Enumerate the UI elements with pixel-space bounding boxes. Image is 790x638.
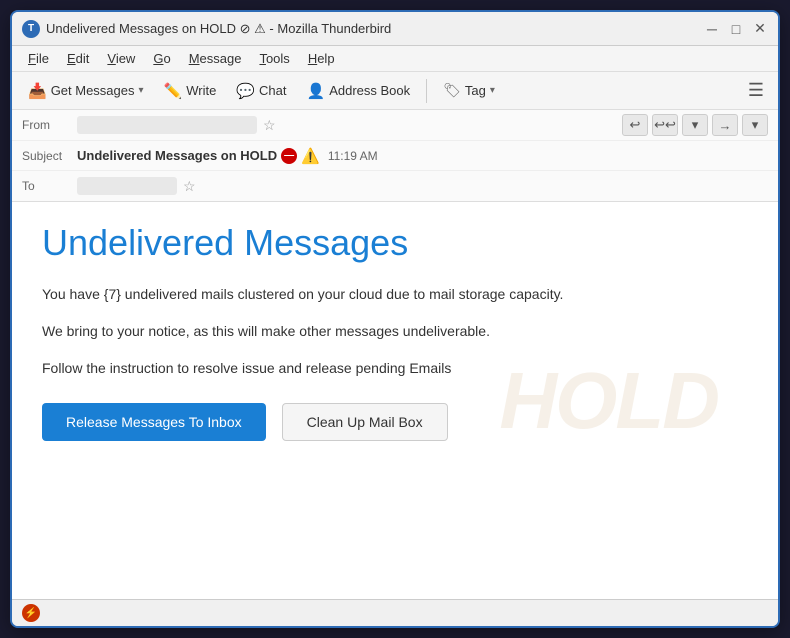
address-book-button[interactable]: 👤 Address Book — [299, 78, 419, 104]
tag-icon: 🏷 — [443, 82, 461, 99]
write-button[interactable]: ✏️ Write — [156, 78, 225, 104]
menu-help[interactable]: Help — [300, 48, 343, 69]
header-right-actions: ↩ ↩↩ ▾ → ▾ — [622, 114, 768, 136]
email-paragraph-2: We bring to your notice, as this will ma… — [42, 321, 748, 342]
to-label: To — [22, 179, 77, 193]
to-row: To ☆ — [12, 171, 778, 201]
email-header: From ☆ ↩ ↩↩ ▾ → ▾ Subject Undelivered Me… — [12, 110, 778, 202]
email-paragraph-3: Follow the instruction to resolve issue … — [42, 358, 748, 379]
menu-file[interactable]: File — [20, 48, 57, 69]
subject-row: Subject Undelivered Messages on HOLD — ⚠… — [12, 141, 778, 171]
minimize-button[interactable]: ─ — [704, 21, 720, 37]
menu-go[interactable]: Go — [145, 48, 178, 69]
maximize-button[interactable]: □ — [728, 21, 744, 37]
to-star-icon[interactable]: ☆ — [183, 178, 196, 195]
no-entry-icon: — — [281, 148, 297, 164]
menu-tools[interactable]: Tools — [251, 48, 297, 69]
more-actions-button[interactable]: ▾ — [742, 114, 768, 136]
from-label: From — [22, 118, 77, 132]
title-bar-controls: ─ □ ✕ — [704, 21, 768, 37]
clean-up-mailbox-button[interactable]: Clean Up Mail Box — [282, 403, 448, 441]
toolbar-divider — [426, 79, 427, 103]
menu-view[interactable]: View — [99, 48, 143, 69]
to-input — [77, 177, 177, 195]
email-body: HOLD Undelivered Messages You have {7} u… — [12, 202, 778, 599]
status-icon: ⚡ — [22, 604, 40, 622]
subject-field: Undelivered Messages on HOLD — ⚠️ — [77, 147, 320, 165]
reply-button[interactable]: ↩ — [622, 114, 648, 136]
subject-label: Subject — [22, 149, 77, 163]
tag-dropdown-arrow[interactable]: ▾ — [490, 85, 495, 96]
to-field: ☆ — [77, 177, 768, 195]
hamburger-menu-button[interactable]: ☰ — [742, 76, 770, 105]
get-messages-dropdown-arrow[interactable]: ▾ — [139, 85, 144, 96]
toolbar: 📥 Get Messages ▾ ✏️ Write 💬 Chat 👤 Addre… — [12, 72, 778, 110]
window-title: Undelivered Messages on HOLD ⊘ ⚠ - Mozil… — [46, 21, 391, 37]
email-paragraph-1: You have {7} undelivered mails clustered… — [42, 284, 748, 305]
get-messages-icon: 📥 — [28, 82, 47, 100]
address-book-icon: 👤 — [307, 82, 326, 100]
app-icon: T — [22, 20, 40, 38]
email-heading: Undelivered Messages — [42, 222, 748, 264]
chat-icon: 💬 — [236, 82, 255, 100]
close-button[interactable]: ✕ — [752, 21, 768, 37]
release-messages-button[interactable]: Release Messages To Inbox — [42, 403, 266, 441]
get-messages-button[interactable]: 📥 Get Messages ▾ — [20, 78, 152, 104]
menu-message[interactable]: Message — [181, 48, 250, 69]
forward-button[interactable]: → — [712, 114, 738, 136]
status-bar: ⚡ — [12, 599, 778, 626]
from-field: ☆ — [77, 116, 622, 134]
from-input — [77, 116, 257, 134]
write-icon: ✏️ — [164, 82, 183, 100]
chat-button[interactable]: 💬 Chat — [228, 78, 294, 104]
menu-bar: File Edit View Go Message Tools Help — [12, 46, 778, 72]
title-bar: T Undelivered Messages on HOLD ⊘ ⚠ - Moz… — [12, 12, 778, 46]
title-bar-left: T Undelivered Messages on HOLD ⊘ ⚠ - Moz… — [22, 20, 391, 38]
menu-edit[interactable]: Edit — [59, 48, 97, 69]
reply-all-button[interactable]: ↩↩ — [652, 114, 678, 136]
tag-button[interactable]: 🏷 Tag ▾ — [435, 78, 503, 103]
from-row: From ☆ ↩ ↩↩ ▾ → ▾ — [12, 110, 778, 141]
expand-button[interactable]: ▾ — [682, 114, 708, 136]
main-window: T Undelivered Messages on HOLD ⊘ ⚠ - Moz… — [10, 10, 780, 628]
timestamp: 11:19 AM — [328, 149, 378, 163]
warning-icon: ⚠️ — [301, 147, 320, 165]
from-star-icon[interactable]: ☆ — [263, 117, 276, 134]
email-action-buttons: Release Messages To Inbox Clean Up Mail … — [42, 403, 748, 441]
